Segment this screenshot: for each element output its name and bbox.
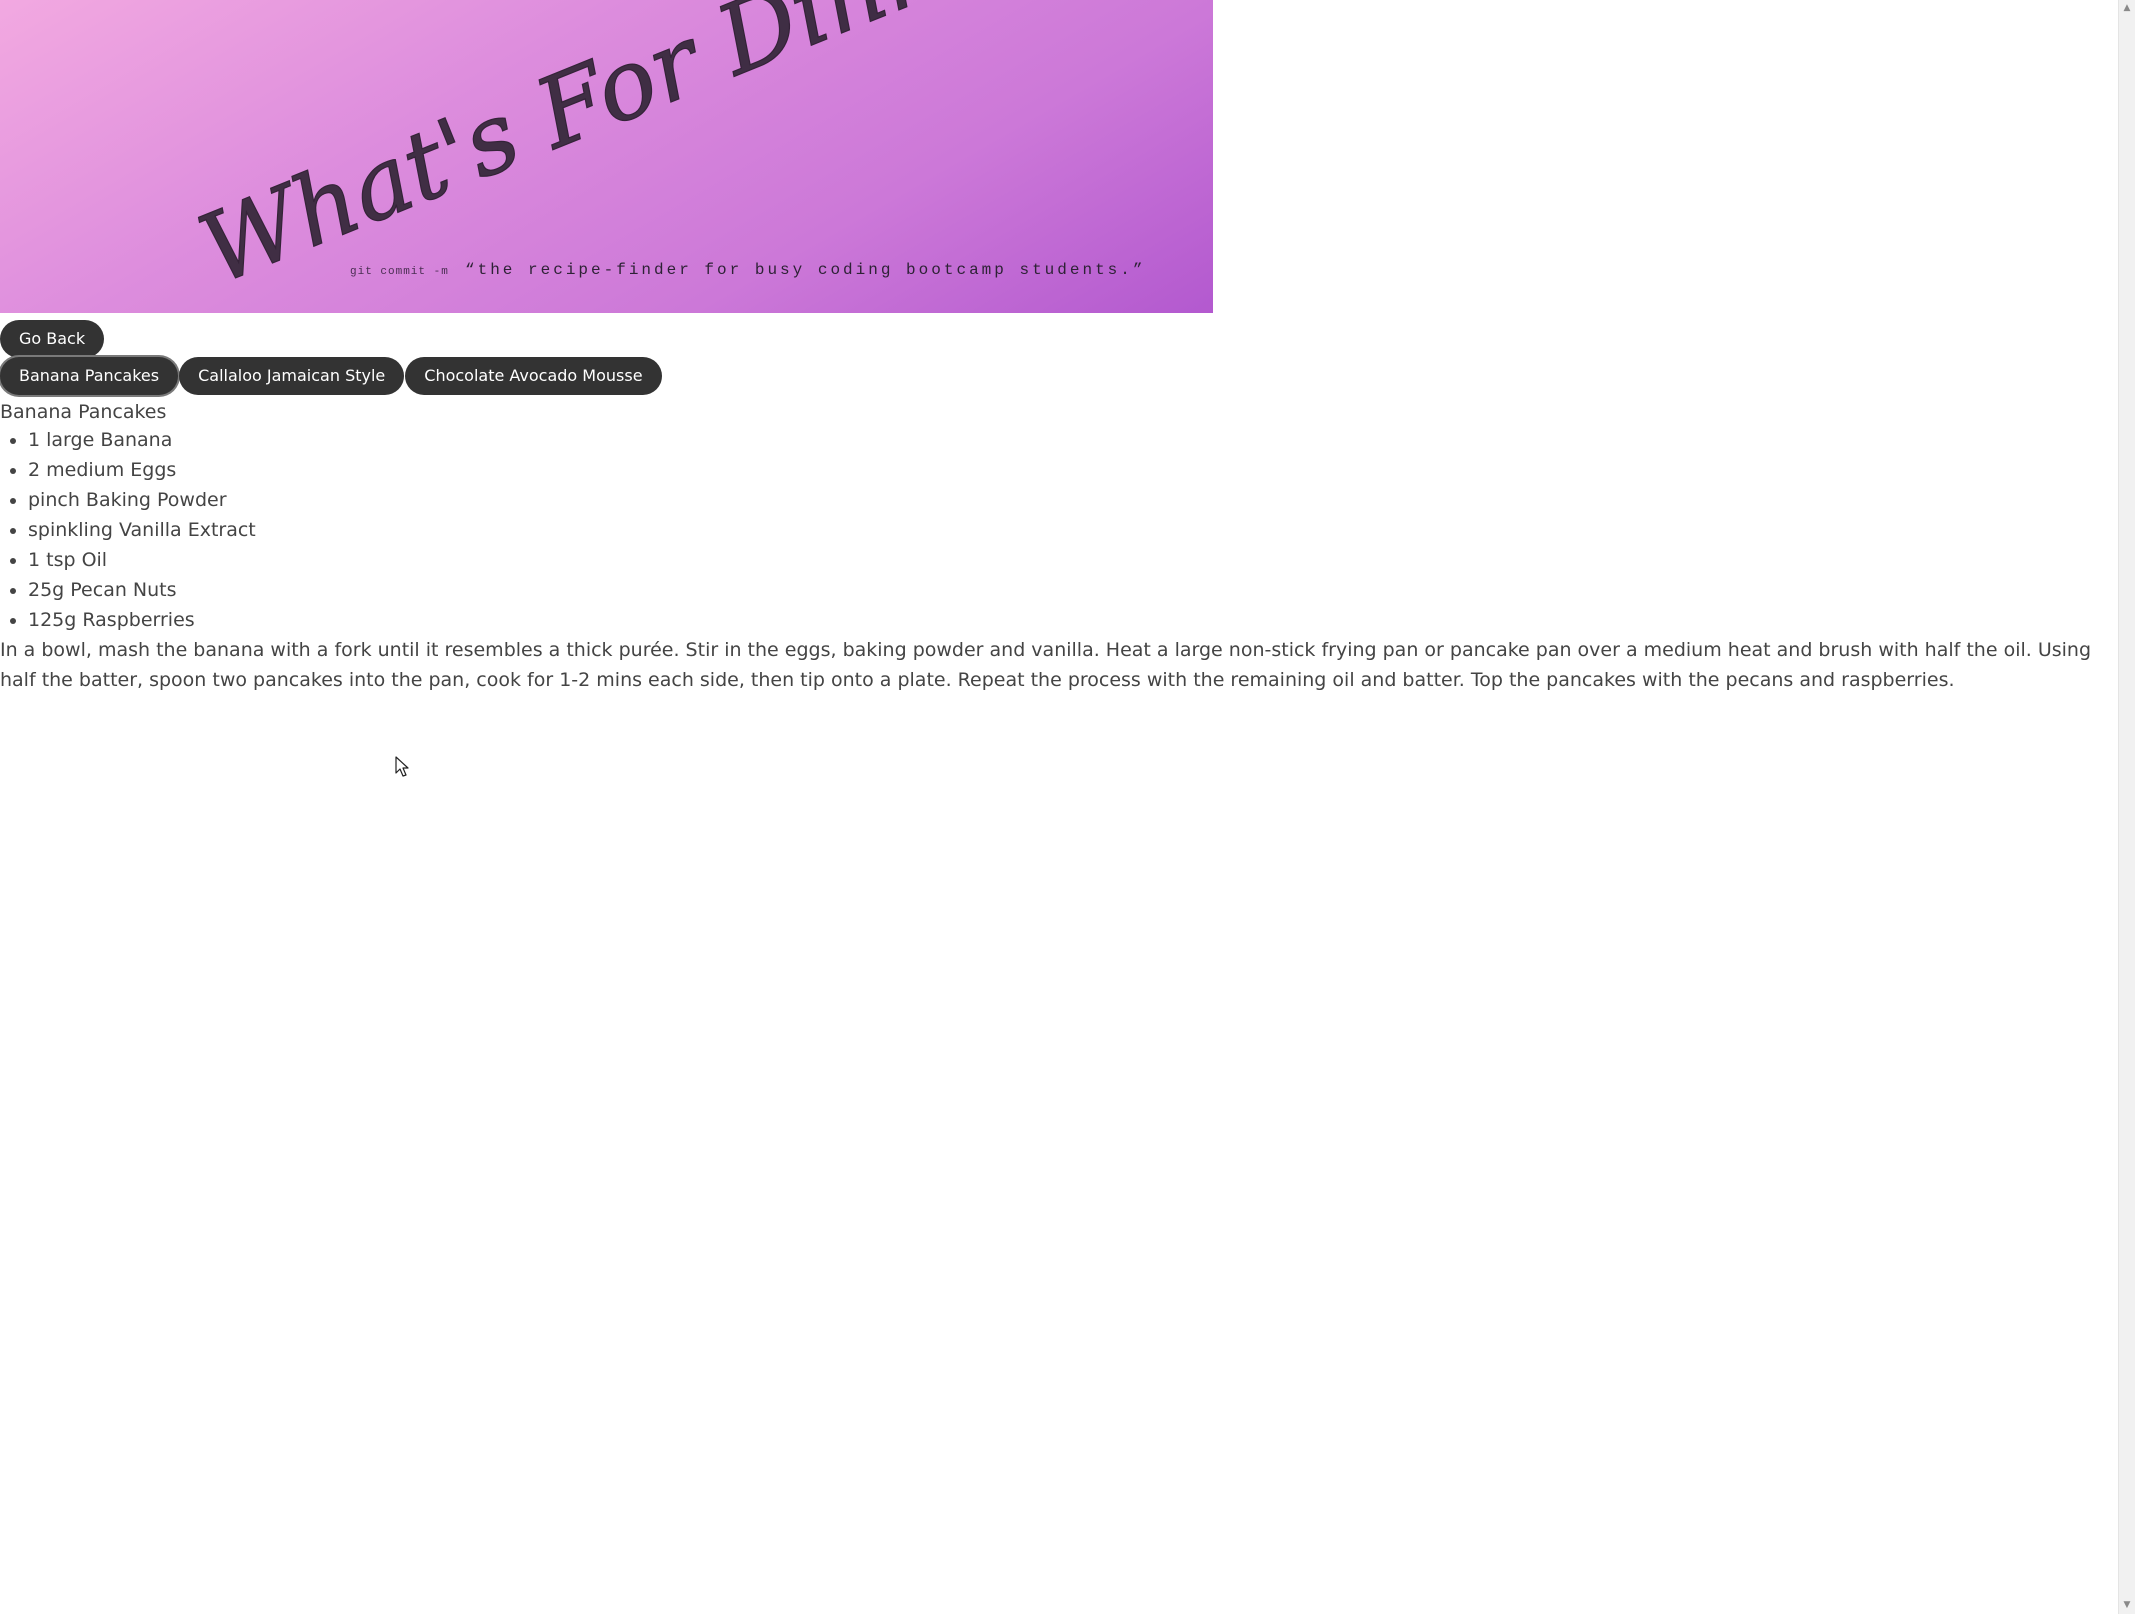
triangle-up-icon[interactable]: ▲	[2119, 0, 2135, 17]
ingredient-item: 2 medium Eggs	[28, 455, 256, 485]
ingredient-item: spinkling Vanilla Extract	[28, 515, 256, 545]
ingredient-item: 25g Pecan Nuts	[28, 575, 256, 605]
back-row: Go Back	[0, 320, 105, 358]
vertical-scrollbar[interactable]: ▲ ▼	[2118, 0, 2135, 1614]
recipe-title: Banana Pancakes	[0, 401, 167, 423]
banner-logo: What's For Dinner? git commit -m “the re…	[184, 0, 1145, 307]
recipe-tabs: Banana Pancakes Callaloo Jamaican Style Ch…	[0, 357, 663, 395]
triangle-down-icon[interactable]: ▼	[2119, 1597, 2135, 1614]
ingredient-item: 1 tsp Oil	[28, 545, 256, 575]
tab-chocolate-avocado-mousse[interactable]: Chocolate Avocado Mousse	[405, 357, 662, 395]
recipe-method: In a bowl, mash the banana with a fork u…	[0, 639, 2092, 691]
page: What's For Dinner? git commit -m “the re…	[0, 0, 2117, 691]
tab-banana-pancakes[interactable]: Banana Pancakes	[0, 357, 179, 395]
ingredient-list: 1 large Banana 2 medium Eggs pinch Bakin…	[0, 425, 256, 635]
ingredient-item: pinch Baking Powder	[28, 485, 256, 515]
go-back-button[interactable]: Go Back	[0, 320, 105, 358]
banner-tagline-prefix: git commit -m	[350, 266, 449, 278]
banner-tagline: “the recipe-finder for busy coding bootc…	[465, 261, 1145, 279]
ingredient-item: 1 large Banana	[28, 425, 256, 455]
mouse-pointer-icon	[395, 756, 409, 777]
tab-callaloo-jamaican-style[interactable]: Callaloo Jamaican Style	[179, 357, 405, 395]
header-banner: What's For Dinner? git commit -m “the re…	[0, 0, 1213, 313]
ingredient-item: 125g Raspberries	[28, 605, 256, 635]
